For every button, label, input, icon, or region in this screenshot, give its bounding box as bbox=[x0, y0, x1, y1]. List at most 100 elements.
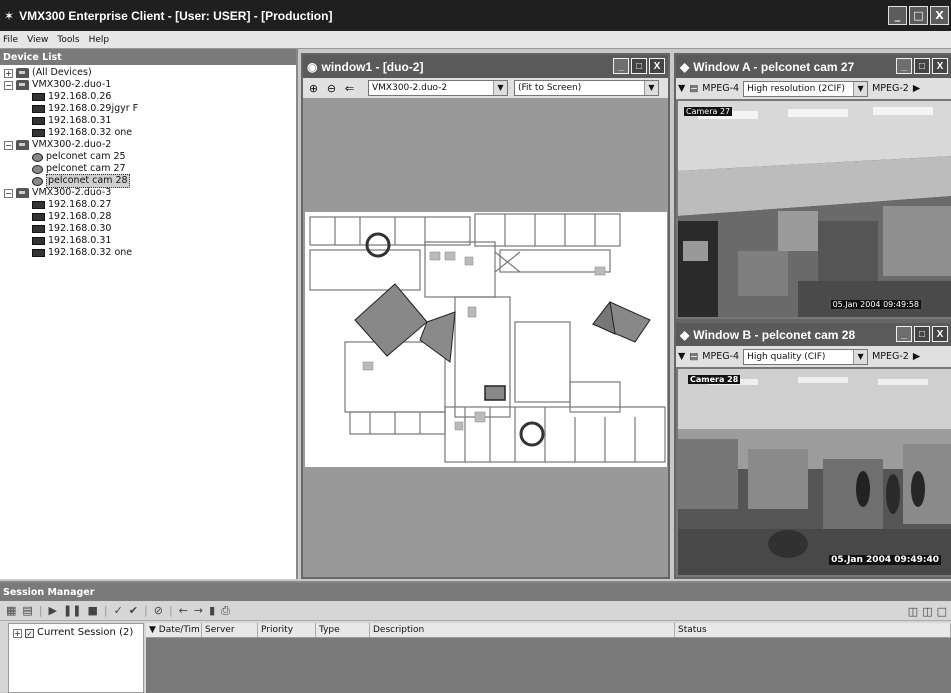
pause-icon[interactable]: ❚❚ bbox=[63, 604, 81, 617]
clear-icon[interactable]: ⊘ bbox=[154, 604, 163, 617]
layout-split-icon[interactable]: ◫ bbox=[922, 605, 932, 618]
map-camera-marker[interactable] bbox=[519, 421, 545, 447]
camera-a-close-button[interactable]: X bbox=[932, 58, 948, 74]
column-header-description[interactable]: Description bbox=[370, 623, 675, 637]
camera-a-maximize-button[interactable]: □ bbox=[914, 58, 930, 74]
zoom-out-icon[interactable]: ⊖ bbox=[324, 81, 339, 96]
chevron-down-icon[interactable]: ▼ bbox=[493, 81, 507, 95]
properties-icon[interactable]: ▤ bbox=[689, 351, 698, 362]
camera-a-video[interactable]: Camera 27 05.Jan 2004 09:49:58 bbox=[678, 101, 951, 317]
device-tree-item[interactable]: pelconet cam 25 bbox=[0, 151, 296, 163]
properties-icon[interactable]: ▤ bbox=[689, 83, 698, 94]
camera-icon bbox=[32, 152, 43, 162]
device-tree-item[interactable]: − VMX300-2.duo-2 bbox=[0, 139, 296, 151]
document-icon[interactable]: ▮ bbox=[209, 604, 215, 617]
device-tree-label: 192.168.0.31 bbox=[48, 115, 112, 126]
device-tree-item[interactable]: 192.168.0.28 bbox=[0, 211, 296, 223]
device-tree-item[interactable]: − VMX300-2.duo-1 bbox=[0, 79, 296, 91]
camera-a-minimize-button[interactable]: _ bbox=[896, 58, 912, 74]
device-tree-label: pelconet cam 25 bbox=[46, 151, 126, 162]
minimize-button[interactable]: _ bbox=[888, 6, 907, 25]
camera-b-titlebar: ◆ Window B - pelconet cam 28 _ □ X bbox=[676, 323, 951, 346]
device-tree-item[interactable]: 192.168.0.32 one bbox=[0, 127, 296, 139]
map-camera-marker[interactable] bbox=[484, 385, 506, 401]
chevron-down-icon[interactable]: ▼ bbox=[853, 349, 868, 364]
check-icon[interactable]: ✓ bbox=[114, 604, 123, 617]
arrow-left-icon[interactable]: ← bbox=[179, 604, 188, 617]
camera-b-close-button[interactable]: X bbox=[932, 326, 948, 342]
monitor-icon bbox=[32, 213, 45, 221]
camera-b-minimize-button[interactable]: _ bbox=[896, 326, 912, 342]
camera-a-codec: MPEG-4 bbox=[702, 83, 740, 94]
menu-view[interactable]: View bbox=[27, 35, 48, 45]
map-maximize-button[interactable]: □ bbox=[631, 58, 647, 74]
device-tree-item[interactable]: 192.168.0.29jgyr F bbox=[0, 103, 296, 115]
device-tree-item[interactable]: 192.168.0.31 bbox=[0, 235, 296, 247]
device-tree-item[interactable]: 192.168.0.27 bbox=[0, 199, 296, 211]
map-close-button[interactable]: X bbox=[649, 58, 665, 74]
device-tree-item[interactable]: 192.168.0.31 bbox=[0, 115, 296, 127]
session-icon[interactable]: ▦ bbox=[6, 604, 16, 617]
play-icon[interactable]: ▶ bbox=[49, 604, 57, 617]
device-tree-item[interactable]: pelconet cam 28 bbox=[0, 174, 296, 188]
session-manager: Session Manager ▦ ▤ | ▶ ❚❚ ■ | ✓ ✔ | ⊘ |… bbox=[0, 581, 951, 693]
camera-a-quality-select[interactable]: High resolution (2CIF) ▼ bbox=[743, 80, 869, 97]
chevron-down-icon[interactable]: ▼ bbox=[678, 83, 685, 94]
map-window-titlebar: ◉ window1 - [duo-2] _ □ X bbox=[303, 55, 668, 78]
device-tree-label: 192.168.0.31 bbox=[48, 235, 112, 246]
print-icon[interactable]: ⎙ bbox=[221, 604, 230, 618]
camera-b-maximize-button[interactable]: □ bbox=[914, 326, 930, 342]
floor-plan-map[interactable] bbox=[305, 212, 667, 467]
device-tree-item[interactable]: 192.168.0.26 bbox=[0, 91, 296, 103]
monitor-icon bbox=[32, 117, 45, 125]
edit-check-icon[interactable]: ✔ bbox=[129, 604, 138, 617]
menu-tools[interactable]: Tools bbox=[57, 35, 79, 45]
export-icon[interactable]: ▤ bbox=[22, 604, 32, 617]
device-tree-item[interactable]: 192.168.0.30 bbox=[0, 223, 296, 235]
camera-icon: ◆ bbox=[680, 59, 690, 74]
camera-b-video[interactable]: Camera 28 05.Jan 2004 09:49:40 bbox=[678, 369, 951, 575]
checkbox-icon[interactable]: ✓ bbox=[25, 628, 34, 638]
server-select[interactable]: VMX300-2.duo-2 ▼ bbox=[368, 80, 508, 96]
app-title: VMX300 Enterprise Client - [User: USER] … bbox=[19, 8, 333, 23]
device-tree-item[interactable]: pelconet cam 27 bbox=[0, 163, 296, 175]
device-tree-label: 192.168.0.30 bbox=[48, 223, 112, 234]
zoom-in-icon[interactable]: ⊕ bbox=[306, 81, 321, 96]
column-header-datetime[interactable]: ▼ Date/Tim bbox=[146, 623, 202, 637]
chevron-down-icon[interactable]: ▼ bbox=[853, 81, 868, 96]
device-tree-item[interactable]: + (All Devices) bbox=[0, 67, 296, 79]
column-header-server[interactable]: Server bbox=[202, 623, 258, 637]
expand-toggle-icon[interactable]: − bbox=[4, 140, 13, 150]
session-tree-item[interactable]: + ✓ Current Session (2) bbox=[9, 627, 143, 639]
close-button[interactable]: X bbox=[930, 6, 949, 25]
layout-single-icon[interactable]: □ bbox=[937, 605, 947, 618]
server-icon bbox=[16, 140, 29, 150]
column-header-type[interactable]: Type bbox=[316, 623, 370, 637]
back-arrow-icon[interactable]: ⇐ bbox=[342, 81, 357, 96]
zoom-select[interactable]: (Fit to Screen) ▼ bbox=[514, 80, 659, 96]
scroll-right-icon[interactable]: ▶ bbox=[913, 83, 920, 94]
camera-b-quality-value: High quality (CIF) bbox=[747, 351, 826, 362]
chevron-down-icon[interactable]: ▼ bbox=[644, 81, 658, 95]
stop-icon[interactable]: ■ bbox=[87, 604, 97, 617]
camera-b-quality-select[interactable]: High quality (CIF) ▼ bbox=[743, 348, 869, 365]
menu-file[interactable]: File bbox=[3, 35, 18, 45]
menu-help[interactable]: Help bbox=[89, 35, 110, 45]
map-window: ◉ window1 - [duo-2] _ □ X ⊕ ⊖ ⇐ VMX300-2… bbox=[301, 53, 670, 579]
chevron-down-icon[interactable]: ▼ bbox=[678, 351, 685, 362]
camera-a-overlay-time: 05.Jan 2004 09:49:58 bbox=[830, 300, 921, 309]
expand-icon[interactable]: + bbox=[13, 628, 22, 638]
scroll-right-icon[interactable]: ▶ bbox=[913, 351, 920, 362]
column-header-priority[interactable]: Priority bbox=[258, 623, 316, 637]
expand-toggle-icon[interactable]: + bbox=[4, 68, 13, 78]
device-tree-item[interactable]: − VMX300-2.duo-3 bbox=[0, 187, 296, 199]
expand-toggle-icon[interactable]: − bbox=[4, 188, 13, 198]
monitor-icon bbox=[32, 93, 45, 101]
layout-split-icon[interactable]: ◫ bbox=[908, 605, 918, 618]
maximize-button[interactable]: □ bbox=[909, 6, 928, 25]
expand-toggle-icon[interactable]: − bbox=[4, 80, 13, 90]
device-tree-item[interactable]: 192.168.0.32 one bbox=[0, 247, 296, 259]
arrow-right-icon[interactable]: → bbox=[194, 604, 203, 617]
column-header-status[interactable]: Status bbox=[675, 623, 951, 637]
map-minimize-button[interactable]: _ bbox=[613, 58, 629, 74]
